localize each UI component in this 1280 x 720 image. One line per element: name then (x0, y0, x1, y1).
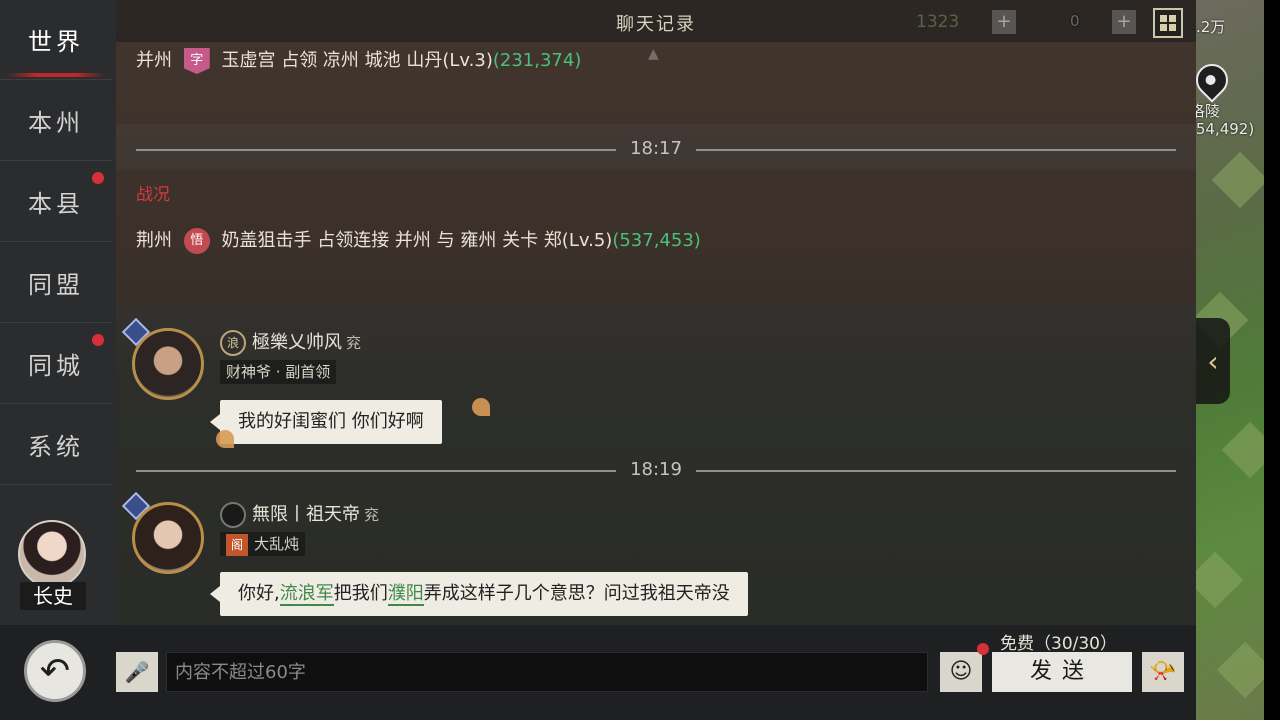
system-text: 奶盖狙击手 占领连接 并州 与 雍州 关卡 郑(Lv.5) (221, 230, 613, 251)
alliance-badge: 字 (183, 48, 210, 74)
system-message: 并州 字 玉虚宫 占领 凉州 城池 山丹(Lv.3)(231,374) (116, 42, 1196, 124)
region-label: 荆州 (136, 230, 172, 251)
chat-bubble[interactable]: 我的好闺蜜们 你们好啊 (210, 400, 442, 444)
chat-text: 你好, (238, 583, 280, 604)
tab-label: 世界 (28, 28, 84, 56)
bubble-ornament (216, 430, 234, 448)
timestamp: 18:19 (630, 459, 682, 480)
back-arrow-icon[interactable]: ↶ (24, 640, 86, 702)
secondary-count: 0 (1070, 12, 1080, 30)
tab-label: 系统 (28, 433, 84, 461)
chat-text: 把我们 (333, 583, 388, 604)
notification-dot (92, 172, 104, 184)
channel-sidebar: 世界 本州 本县 同盟 同城 系统 长史 (0, 0, 116, 625)
tab-county[interactable]: 本县 (0, 162, 112, 242)
timestamp: 18:17 (630, 138, 682, 159)
alliance-badge: 悟 (183, 228, 210, 254)
chat-text: 我的好闺蜜们 你们好啊 (238, 411, 424, 432)
tab-label: 同盟 (28, 271, 84, 299)
free-quota-label: 免费（30/30） (1000, 634, 1117, 654)
microphone-icon[interactable]: 🎤 (116, 652, 158, 692)
message-input[interactable] (166, 652, 928, 692)
coords-link[interactable]: (537,453) (612, 230, 700, 251)
horn-icon[interactable]: 📯 (1142, 652, 1184, 692)
chat-bubble[interactable]: 你好,流浪军把我们濮阳弄成这样子几个意思？问过我祖天帝没 (210, 572, 748, 616)
chevron-left-icon[interactable]: ‹ (1196, 318, 1230, 404)
avatar[interactable] (132, 328, 204, 400)
page-title: 聊天记录 (616, 14, 696, 35)
sender-province: 兖 (364, 506, 380, 524)
tab-label: 同城 (28, 352, 84, 380)
tab-state[interactable]: 本州 (0, 81, 112, 161)
chat-text: 弄成这样子几个意思？问过我祖天帝没 (423, 583, 730, 604)
war-report-label: 战况 (136, 185, 170, 205)
sender-name-text: 極樂乂帅风 (252, 332, 342, 353)
map-resource-count: .2万 (1196, 18, 1226, 36)
notification-dot (92, 334, 104, 346)
chat-mention-link[interactable]: 濮阳 (387, 583, 424, 606)
alliance-name: 大乱炖 (254, 535, 300, 553)
avatar[interactable] (132, 502, 204, 574)
sender-title-tag: 阁大乱炖 (220, 532, 306, 556)
sender-title-tag: 财神爷 · 副首领 (220, 360, 337, 384)
tab-alliance[interactable]: 同盟 (0, 243, 112, 323)
sender-name[interactable]: 浪極樂乂帅风兖 (220, 328, 361, 356)
sender-name[interactable]: 無限丨祖天帝兖 (220, 500, 379, 528)
clan-crest-icon: 浪 (220, 330, 246, 356)
clan-crest-icon (220, 502, 246, 528)
war-report-message: 战况 荆州 悟 奶盖狙击手 占领连接 并州 与 雍州 关卡 郑(Lv.5)(53… (116, 170, 1196, 304)
tab-label: 本县 (28, 190, 84, 218)
grid-menu-icon[interactable] (1153, 8, 1183, 38)
alliance-icon: 阁 (226, 533, 248, 556)
system-text: 玉虚宫 占领 凉州 城池 山丹(Lv.3) (221, 50, 493, 71)
region-label: 并州 (136, 50, 172, 71)
chat-log-panel[interactable]: 聊天记录 1323 + 0 + ▲ 并州 字 玉虚宫 占领 凉州 城池 山丹(L… (116, 0, 1196, 625)
tab-world[interactable]: 世界 (0, 0, 112, 80)
screen-edge (1264, 0, 1280, 720)
add-resource-button[interactable]: + (1112, 10, 1136, 34)
time-separator: 18:19 (136, 459, 1176, 480)
bubble-ornament (472, 398, 490, 416)
tab-system[interactable]: 系统 (0, 405, 112, 485)
sender-province: 兖 (346, 334, 362, 352)
tab-label: 本州 (28, 109, 84, 137)
chat-mention-link[interactable]: 流浪军 (279, 583, 334, 606)
emoji-icon[interactable]: ☺ (940, 652, 982, 692)
map-place-coords: (54,492) (1190, 120, 1255, 138)
add-gems-button[interactable]: + (992, 10, 1016, 34)
tab-city[interactable]: 同城 (0, 324, 112, 404)
player-avatar[interactable] (18, 520, 86, 588)
gem-count: 1323 (916, 12, 960, 32)
send-button[interactable]: 发送 (992, 652, 1132, 692)
player-role-badge: 长史 (20, 582, 86, 610)
time-separator: 18:17 (136, 138, 1176, 159)
notification-dot (977, 643, 989, 655)
coords-link[interactable]: (231,374) (493, 50, 581, 71)
sender-name-text: 無限丨祖天帝 (252, 504, 360, 525)
